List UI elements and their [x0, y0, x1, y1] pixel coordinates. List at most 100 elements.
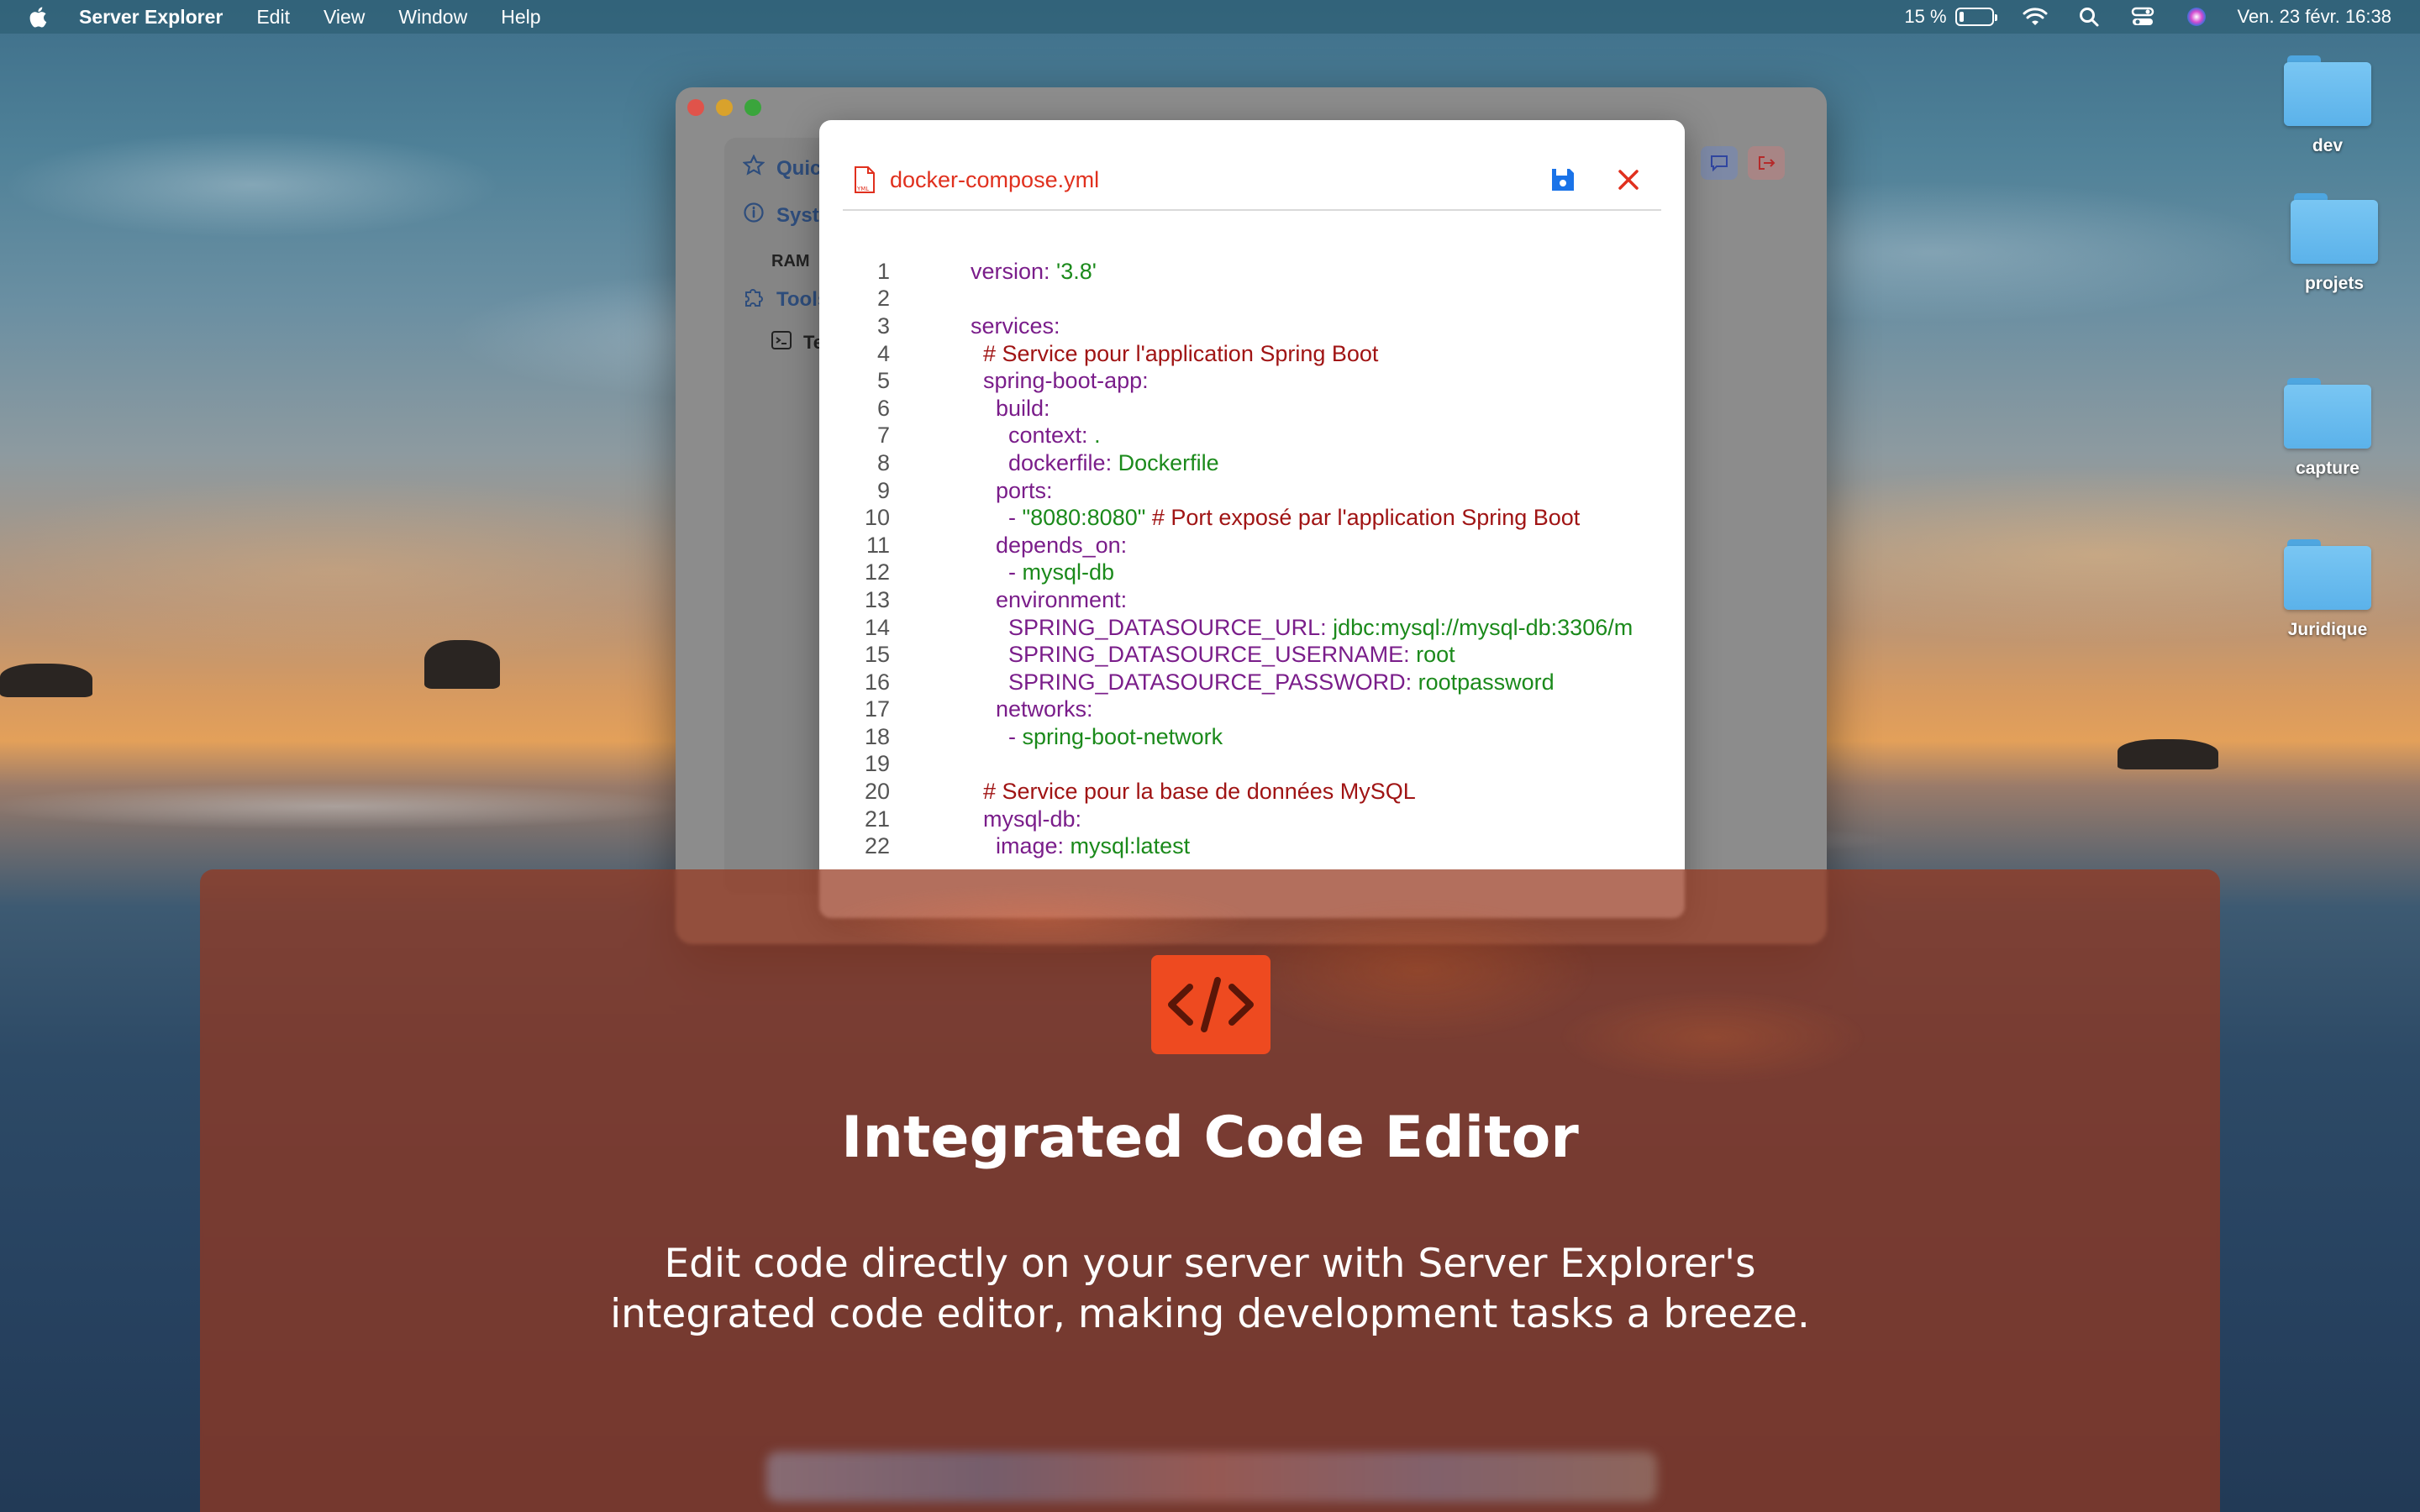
wallpaper-rock	[2118, 739, 2218, 769]
sidebar-item-terminal[interactable]: Te	[771, 331, 823, 354]
desktop-folder-label: Juridique	[2287, 620, 2368, 639]
code-token: context:	[971, 423, 1095, 449]
code-token: dockerfile:	[971, 449, 1118, 475]
line-code: mysql-db:	[971, 806, 1081, 832]
save-button[interactable]	[1547, 164, 1579, 196]
code-icon	[1151, 955, 1270, 1054]
line-code: ports:	[971, 478, 1053, 504]
dock	[766, 1452, 1657, 1502]
sidebar-ram-label: RAM	[771, 252, 810, 270]
close-window-button[interactable]	[687, 99, 704, 116]
line-code: dockerfile: Dockerfile	[971, 450, 1219, 476]
line-number: 21	[864, 806, 890, 832]
code-line[interactable]: 21 mysql-db:	[843, 806, 1661, 833]
code-line[interactable]: 10 - "8080:8080" # Port exposé par l'app…	[843, 504, 1661, 532]
sidebar-item-system[interactable]: Syst	[743, 202, 819, 229]
sidebar-item-label: Quic	[776, 156, 822, 180]
star-icon	[742, 154, 765, 182]
code-line[interactable]: 9 ports:	[843, 477, 1661, 505]
code-token: mysql-db:	[971, 806, 1082, 832]
menu-edit[interactable]: Edit	[256, 6, 290, 29]
line-number: 4	[876, 340, 890, 366]
code-token: SPRING_DATASOURCE_PASSWORD:	[971, 669, 1418, 695]
menu-help[interactable]: Help	[501, 6, 540, 29]
line-code: SPRING_DATASOURCE_URL: jdbc:mysql://mysq…	[971, 615, 1633, 641]
line-number: 7	[876, 423, 890, 449]
code-line[interactable]: 19	[843, 751, 1661, 779]
code-line[interactable]: 22 image: mysql:latest	[843, 832, 1661, 860]
line-code: # Service pour l'application Spring Boot	[971, 341, 1378, 367]
code-line[interactable]: 14 SPRING_DATASOURCE_URL: jdbc:mysql://m…	[843, 614, 1661, 642]
line-number: 8	[876, 449, 890, 475]
menu-view[interactable]: View	[324, 6, 365, 29]
code-line[interactable]: 16 SPRING_DATASOURCE_PASSWORD: rootpassw…	[843, 669, 1661, 696]
puzzle-icon	[743, 286, 765, 313]
maximize-window-button[interactable]	[744, 99, 761, 116]
battery-percent: 15 %	[1904, 6, 1947, 27]
code-line[interactable]: 4 # Service pour l'application Spring Bo…	[843, 340, 1661, 368]
control-center-icon[interactable]	[2130, 4, 2155, 29]
info-icon	[743, 202, 765, 229]
line-code: - spring-boot-network	[971, 724, 1223, 750]
line-number: 13	[864, 586, 890, 612]
close-button[interactable]	[1612, 164, 1644, 196]
code-editor-modal: YML docker-compose.yml 1 version: '3.8' 2 3…	[819, 120, 1685, 918]
code-line[interactable]: 7 context: .	[843, 423, 1661, 450]
menu-app-name[interactable]: Server Explorer	[79, 6, 223, 29]
code-token: rootpassword	[1418, 669, 1555, 695]
sidebar-item-quick-access[interactable]: Quic	[742, 154, 822, 182]
desktop-folder-projets[interactable]: projets	[2275, 193, 2393, 294]
code-line[interactable]: 12 - mysql-db	[843, 559, 1661, 587]
sidebar-item-tools[interactable]: Tools	[743, 286, 829, 313]
code-line[interactable]: 3 services:	[843, 312, 1661, 340]
code-editor-area[interactable]: 1 version: '3.8' 2 3 services: 4 # Service po…	[843, 258, 1661, 918]
code-line[interactable]: 8 dockerfile: Dockerfile	[843, 449, 1661, 477]
save-icon	[1552, 169, 1574, 191]
code-token: '3.8'	[1056, 258, 1097, 284]
code-line[interactable]: 1 version: '3.8'	[843, 258, 1661, 286]
line-number: 15	[864, 642, 890, 668]
code-token: mysql-db	[1022, 559, 1115, 585]
code-line[interactable]: 20 # Service pour la base de données MyS…	[843, 778, 1661, 806]
code-line[interactable]: 11 depends_on:	[843, 532, 1661, 559]
clock[interactable]: Ven. 23 févr. 16:38	[2238, 6, 2391, 28]
code-line[interactable]: 13 environment:	[843, 586, 1661, 614]
line-number: 3	[876, 312, 890, 339]
code-token: networks:	[971, 696, 1093, 722]
close-icon	[1618, 170, 1639, 190]
desktop-folder-juridique[interactable]: Juridique	[2269, 539, 2386, 640]
code-token: build:	[971, 395, 1050, 421]
line-code: - "8080:8080" # Port exposé par l'applic…	[971, 505, 1580, 531]
line-number: 16	[864, 669, 890, 695]
line-number: 11	[865, 532, 890, 558]
code-line[interactable]: 2	[843, 286, 1661, 313]
code-line[interactable]: 5 spring-boot-app:	[843, 367, 1661, 395]
code-token: services:	[971, 312, 1060, 339]
line-code: SPRING_DATASOURCE_USERNAME: root	[971, 642, 1455, 668]
code-line[interactable]: 15 SPRING_DATASOURCE_USERNAME: root	[843, 641, 1661, 669]
logout-button[interactable]	[1748, 146, 1785, 180]
minimize-window-button[interactable]	[716, 99, 733, 116]
code-token: # Service pour la base de données MySQL	[971, 779, 1416, 805]
menu-window[interactable]: Window	[398, 6, 467, 29]
code-line[interactable]: 18 - spring-boot-network	[843, 723, 1661, 751]
code-line[interactable]: 6 build:	[843, 395, 1661, 423]
wallpaper-rock	[0, 664, 92, 697]
code-token: SPRING_DATASOURCE_URL:	[971, 614, 1334, 640]
code-token: # Service pour l'application Spring Boot	[971, 340, 1379, 366]
battery-status[interactable]: 15 %	[1904, 6, 1997, 28]
code-token: SPRING_DATASOURCE_USERNAME:	[971, 642, 1417, 668]
apple-icon[interactable]	[29, 4, 50, 29]
code-line[interactable]: 17 networks:	[843, 696, 1661, 724]
line-code: networks:	[971, 696, 1093, 722]
code-token: image:	[971, 833, 1071, 859]
comment-button[interactable]	[1701, 146, 1738, 180]
desktop-folder-label: capture	[2296, 459, 2360, 478]
desktop-folder-capture[interactable]: capture	[2269, 378, 2386, 479]
editor-header: YML docker-compose.yml	[843, 150, 1661, 211]
spotlight-search-icon[interactable]	[2076, 4, 2102, 29]
desktop-folder-dev[interactable]: dev	[2269, 55, 2386, 156]
line-number: 1	[876, 258, 890, 284]
siri-icon[interactable]	[2184, 4, 2209, 29]
wifi-icon[interactable]	[2023, 4, 2048, 29]
